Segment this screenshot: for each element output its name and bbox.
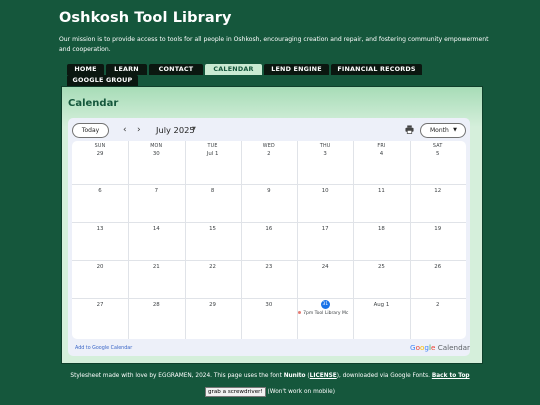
day-number[interactable]: 30 bbox=[241, 302, 297, 308]
day-number[interactable]: 22 bbox=[185, 264, 241, 270]
day-number[interactable]: 5 bbox=[410, 151, 466, 157]
day-number[interactable]: 23 bbox=[241, 264, 297, 270]
add-to-google-calendar-link[interactable]: Add to Google Calendar bbox=[75, 346, 132, 351]
day-number[interactable]: 14 bbox=[128, 226, 184, 232]
printer-icon[interactable] bbox=[405, 125, 414, 134]
day-number[interactable]: 29 bbox=[185, 302, 241, 308]
footer-font-name: Nunito bbox=[283, 373, 306, 379]
event-dot-icon bbox=[298, 311, 302, 314]
footer-actions: grab a screwdriver! (Won't work on mobil… bbox=[0, 387, 540, 397]
nav-google-group[interactable]: GOOGLE GROUP bbox=[67, 75, 138, 86]
calendar-heading: Calendar bbox=[68, 98, 119, 109]
back-to-top-link[interactable]: Back to Top bbox=[432, 373, 470, 379]
view-selector[interactable]: Month ▼ bbox=[420, 123, 466, 138]
day-number[interactable]: 8 bbox=[185, 188, 241, 194]
month-grid: SUN MON TUE WED THU FRI SAT 29 30 Jul 1 2 3 4 5 6 7 8 9 10… bbox=[72, 141, 466, 339]
weekday-header: SUN bbox=[94, 144, 106, 149]
chevron-left-icon[interactable]: ‹ bbox=[123, 124, 127, 136]
day-number[interactable]: 13 bbox=[72, 226, 128, 232]
grid-column-divider bbox=[184, 141, 186, 339]
day-number[interactable]: 4 bbox=[353, 151, 409, 157]
nav-home[interactable]: HOME bbox=[67, 64, 104, 75]
google-calendar-embed: Today ‹ › July 2025 ▼ Month ▼ SUN MON TUE W… bbox=[68, 118, 470, 356]
grid-column-divider bbox=[409, 141, 411, 339]
month-label[interactable]: July 2025 bbox=[156, 125, 195, 135]
weekday-header: FRI bbox=[377, 144, 386, 149]
day-number[interactable]: 15 bbox=[185, 226, 241, 232]
footer-credit-suffix: ), downloaded via Google Fonts. bbox=[336, 373, 432, 379]
day-number[interactable]: 11 bbox=[353, 188, 409, 194]
grid-row-divider bbox=[72, 298, 466, 299]
caret-down-icon[interactable]: ▼ bbox=[192, 126, 196, 132]
mobile-note: (Won't work on mobile) bbox=[267, 389, 335, 395]
weekday-header: SAT bbox=[432, 144, 443, 149]
day-number[interactable]: 9 bbox=[241, 188, 297, 194]
event-title: 7pm Tool Library Mc bbox=[303, 311, 349, 316]
day-number[interactable]: 18 bbox=[353, 226, 409, 232]
weekday-header: TUE bbox=[207, 144, 218, 149]
grid-column-divider bbox=[240, 141, 242, 339]
day-number[interactable]: 25 bbox=[353, 264, 409, 270]
calendar-panel: Calendar Today ‹ › July 2025 ▼ Month ▼ S… bbox=[61, 86, 483, 364]
day-number[interactable]: 21 bbox=[128, 264, 184, 270]
day-number[interactable]: 28 bbox=[128, 302, 184, 308]
day-number[interactable]: 3 bbox=[297, 151, 353, 157]
grab-screwdriver-button[interactable]: grab a screwdriver! bbox=[205, 387, 266, 397]
today-button[interactable]: Today bbox=[72, 123, 109, 138]
nav-financial-records[interactable]: FINANCIAL RECORDS bbox=[331, 64, 422, 75]
site-title: Oshkosh Tool Library bbox=[59, 10, 232, 26]
weekday-header: THU bbox=[319, 144, 331, 149]
day-number[interactable]: 16 bbox=[241, 226, 297, 232]
day-number[interactable]: 24 bbox=[297, 264, 353, 270]
nav-calendar[interactable]: CALENDAR bbox=[205, 64, 262, 75]
grid-row-divider bbox=[72, 184, 466, 185]
day-number[interactable]: 29 bbox=[72, 151, 128, 157]
grid-row-divider bbox=[72, 222, 466, 223]
day-number[interactable]: 19 bbox=[410, 226, 466, 232]
weekday-header: MON bbox=[150, 144, 163, 149]
footer-credit: Stylesheet made with love by EGGRAMEN, 2… bbox=[0, 373, 540, 379]
grid-row-divider bbox=[72, 260, 466, 261]
day-number[interactable]: 2 bbox=[241, 151, 297, 157]
nav-contact[interactable]: CONTACT bbox=[149, 64, 203, 75]
weekday-header: WED bbox=[262, 144, 275, 149]
day-number[interactable]: 17 bbox=[297, 226, 353, 232]
day-number[interactable]: Jul 1 bbox=[185, 151, 241, 157]
view-label: Month bbox=[430, 127, 449, 134]
chevron-right-icon[interactable]: › bbox=[137, 124, 141, 136]
today-date-badge[interactable]: 31 bbox=[320, 300, 330, 309]
grid-column-divider bbox=[297, 141, 299, 339]
day-number[interactable]: 20 bbox=[72, 264, 128, 270]
main-nav: HOME LEARN CONTACT CALENDAR LEND ENGINE … bbox=[67, 64, 479, 86]
day-number[interactable]: Aug 1 bbox=[353, 302, 409, 308]
day-number[interactable]: 12 bbox=[410, 188, 466, 194]
mission-statement: Our mission is to provide access to tool… bbox=[59, 36, 489, 53]
nav-lend-engine[interactable]: LEND ENGINE bbox=[264, 64, 329, 75]
day-number[interactable]: 10 bbox=[297, 188, 353, 194]
nav-learn[interactable]: LEARN bbox=[106, 64, 147, 75]
logo-calendar-text: Calendar bbox=[437, 343, 471, 352]
grid-column-divider bbox=[128, 141, 130, 339]
day-number[interactable]: 2 bbox=[410, 302, 466, 308]
google-wordmark: Google bbox=[410, 343, 436, 352]
grid-column-divider bbox=[353, 141, 355, 339]
day-number[interactable]: 7 bbox=[128, 188, 184, 194]
day-number[interactable]: 26 bbox=[410, 264, 466, 270]
google-calendar-logo[interactable]: Google Calendar bbox=[410, 343, 470, 352]
caret-down-icon: ▼ bbox=[453, 127, 457, 133]
calendar-event[interactable]: 7pm Tool Library Mc bbox=[298, 311, 348, 316]
footer-credit-prefix: Stylesheet made with love by EGGRAMEN, 2… bbox=[70, 373, 284, 379]
day-number[interactable]: 27 bbox=[72, 302, 128, 308]
license-link[interactable]: LICENSE bbox=[310, 373, 337, 379]
day-number[interactable]: 30 bbox=[128, 151, 184, 157]
day-number[interactable]: 6 bbox=[72, 188, 128, 194]
